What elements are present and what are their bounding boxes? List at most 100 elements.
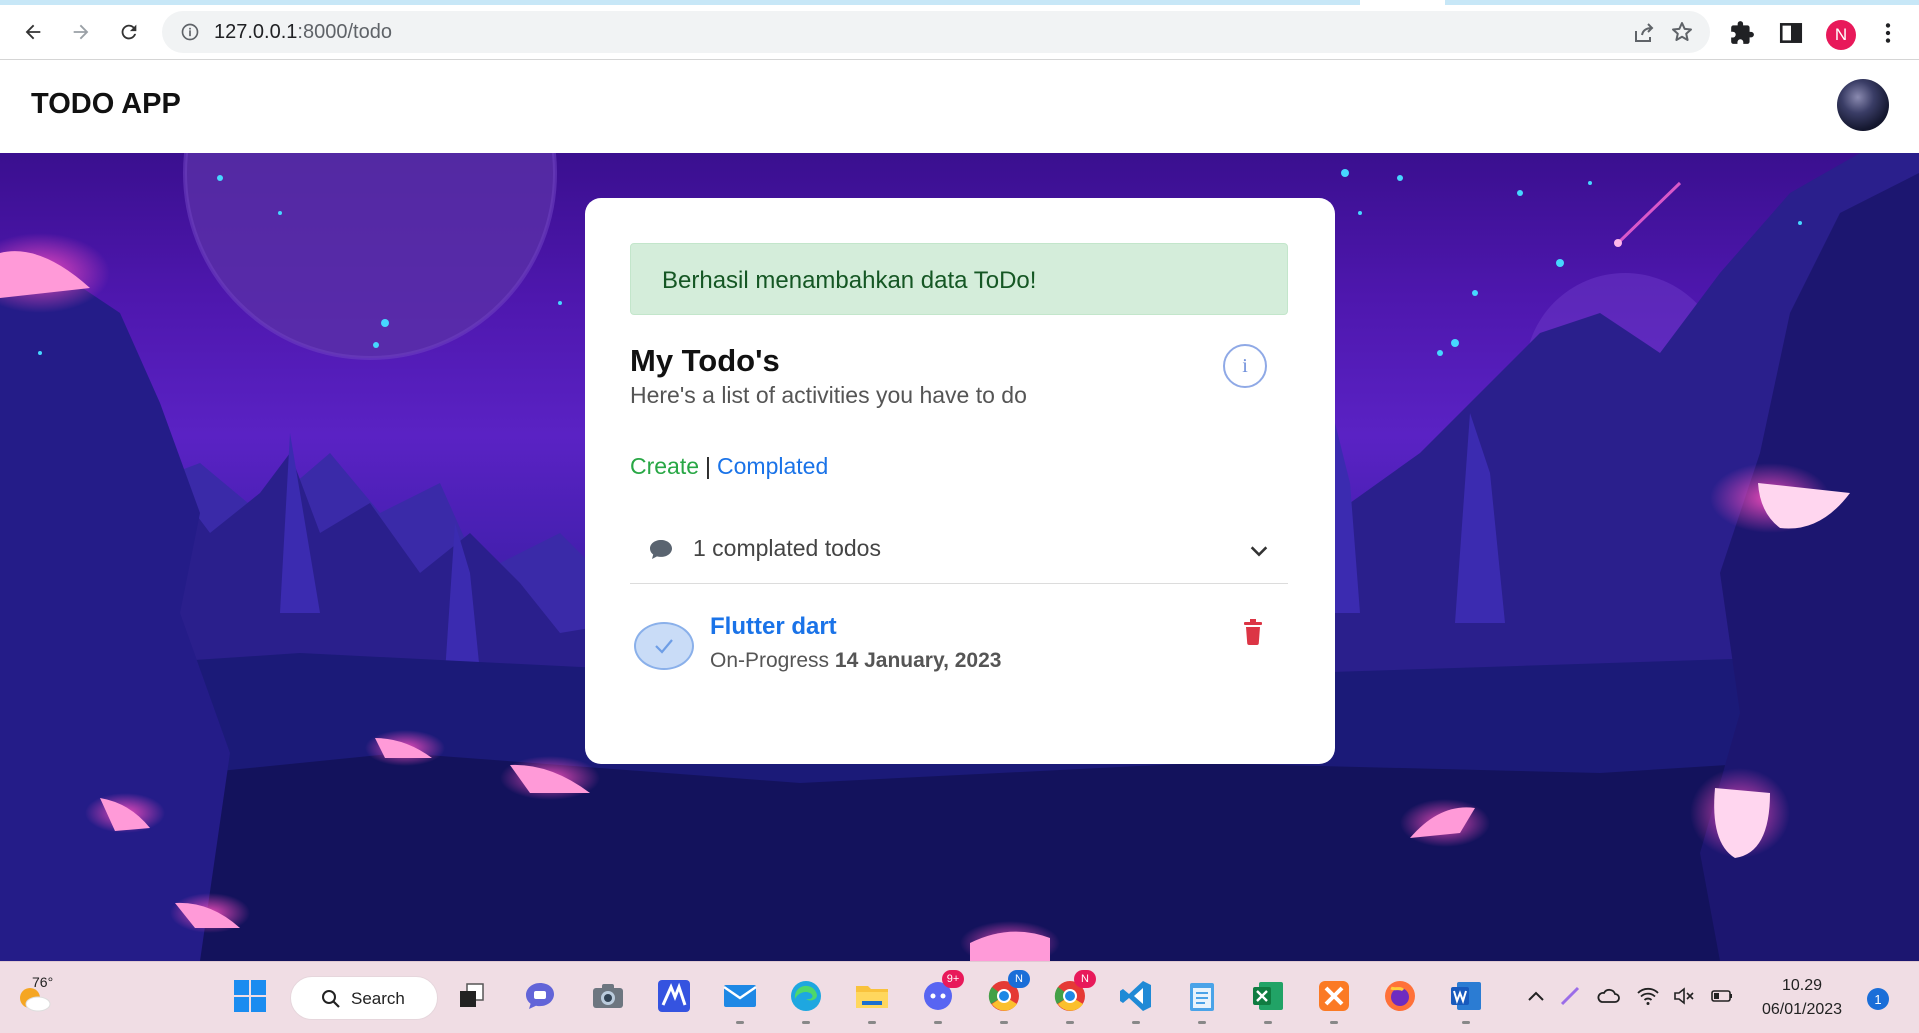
notepad-icon	[1190, 983, 1214, 1011]
taskbar-search[interactable]: Search	[290, 976, 438, 1020]
app-m-icon	[658, 980, 690, 1012]
excel-app[interactable]	[1248, 976, 1288, 1024]
start-button[interactable]	[230, 976, 270, 1016]
discord-app[interactable]: 9+	[918, 970, 964, 1024]
card-title: My Todo's	[630, 343, 780, 378]
camera-icon	[593, 984, 623, 1008]
running-indicator	[802, 1021, 810, 1024]
todo-title[interactable]: Flutter dart	[710, 613, 837, 641]
bookmark-star-icon[interactable]	[1670, 20, 1694, 44]
file-explorer-app[interactable]	[852, 976, 892, 1024]
vscode-icon	[1120, 981, 1151, 1011]
alert-message: Berhasil menambahkan data ToDo!	[662, 267, 1037, 294]
todo-date: 14 January, 2023	[834, 649, 1002, 672]
vscode-app[interactable]	[1116, 976, 1156, 1024]
word-app[interactable]	[1446, 976, 1486, 1024]
side-panel-icon[interactable]	[1778, 20, 1804, 46]
forward-arrow-icon	[73, 24, 89, 40]
url-text[interactable]: 127.0.0.1:8000/todo	[214, 21, 392, 44]
camera-app[interactable]	[588, 976, 628, 1016]
info-icon: i	[1242, 354, 1248, 377]
windows-logo-icon	[234, 980, 266, 1012]
running-indicator	[934, 1021, 942, 1024]
chevron-up-icon[interactable]	[1524, 984, 1548, 1008]
create-link[interactable]: Create	[630, 453, 699, 479]
reload-icon	[121, 24, 137, 40]
windows-taskbar: 76° Search 9+ N N 10.29 06/01/2023 1	[0, 961, 1919, 1033]
xampp-icon	[1319, 981, 1349, 1011]
url-host: 127.0.0.1	[214, 21, 298, 43]
profile-badge: N	[1074, 970, 1096, 988]
trash-icon[interactable]	[1242, 619, 1264, 645]
notepad-app[interactable]	[1182, 976, 1222, 1024]
firefox-app[interactable]	[1380, 976, 1420, 1016]
onedrive-icon[interactable]	[1596, 984, 1620, 1008]
clock-date: 06/01/2023	[1761, 1001, 1843, 1018]
xampp-app[interactable]	[1314, 976, 1354, 1024]
running-indicator	[1132, 1021, 1140, 1024]
extensions-icon[interactable]	[1729, 20, 1755, 46]
firefox-icon	[1385, 981, 1415, 1011]
mail-app[interactable]	[720, 976, 760, 1024]
profile-badge: N	[1008, 970, 1030, 988]
running-indicator	[868, 1021, 876, 1024]
chrome-app-2[interactable]: N	[1050, 970, 1096, 1024]
accordion-label: 1 complated todos	[693, 535, 881, 561]
info-button[interactable]: i	[1223, 344, 1267, 388]
chat-bubble-icon	[650, 540, 672, 559]
action-links: Create | Complated	[630, 453, 828, 480]
app-navbar: TODO APP	[0, 60, 1919, 153]
app-title[interactable]: TODO APP	[31, 88, 181, 121]
weather-temp: 76°	[32, 974, 54, 990]
completed-link[interactable]: Complated	[717, 453, 828, 479]
running-indicator	[1462, 1021, 1470, 1024]
chevron-down-icon[interactable]	[1248, 540, 1270, 562]
back-button[interactable]	[16, 15, 50, 49]
teams-chat-app[interactable]	[520, 976, 560, 1016]
browser-toolbar: 127.0.0.1:8000/todo N	[0, 5, 1919, 60]
running-indicator	[1066, 1021, 1074, 1024]
task-view-button[interactable]	[452, 976, 492, 1016]
running-indicator	[1198, 1021, 1206, 1024]
system-clock[interactable]: 10.29 06/01/2023	[1752, 974, 1852, 1022]
task-view-icon	[460, 983, 484, 1007]
todo-complete-toggle[interactable]	[634, 622, 694, 670]
address-bar[interactable]: 127.0.0.1:8000/todo	[162, 11, 1710, 53]
excel-icon	[1253, 982, 1283, 1010]
folder-icon	[856, 986, 888, 1008]
todo-card: Berhasil menambahkan data ToDo! My Todo'…	[585, 198, 1335, 764]
running-indicator	[1264, 1021, 1272, 1024]
running-indicator	[736, 1021, 744, 1024]
running-indicator	[1330, 1021, 1338, 1024]
pen-icon[interactable]	[1558, 984, 1582, 1008]
user-avatar[interactable]	[1837, 79, 1889, 131]
running-indicator	[1000, 1021, 1008, 1024]
search-label: Search	[351, 989, 405, 1008]
todo-item: Flutter dart On-Progress 14 January, 202…	[630, 613, 1288, 703]
edge-browser-icon	[791, 981, 821, 1011]
checkmark-icon	[655, 639, 673, 654]
reload-button[interactable]	[112, 15, 146, 49]
chat-icon	[526, 983, 554, 1009]
code-app[interactable]	[654, 976, 694, 1016]
link-separator: |	[705, 453, 712, 479]
notification-count-badge[interactable]: 1	[1867, 988, 1889, 1010]
mail-icon	[723, 985, 757, 1007]
word-icon	[1451, 982, 1481, 1010]
completed-todos-accordion[interactable]: 1 complated todos	[630, 528, 1288, 584]
notification-badge: 9+	[942, 970, 964, 988]
menu-kebab-icon[interactable]	[1875, 20, 1901, 46]
success-alert: Berhasil menambahkan data ToDo!	[630, 243, 1288, 315]
chrome-app-1[interactable]: N	[984, 970, 1030, 1024]
wifi-icon[interactable]	[1636, 984, 1660, 1008]
edge-app[interactable]	[786, 976, 826, 1024]
battery-icon[interactable]	[1710, 984, 1734, 1008]
clock-time: 10.29	[1781, 977, 1823, 994]
share-icon[interactable]	[1632, 21, 1656, 45]
card-subtitle: Here's a list of activities you have to …	[630, 382, 1027, 408]
site-info-icon[interactable]	[180, 22, 200, 42]
forward-button[interactable]	[64, 15, 98, 49]
todo-status: On-Progress	[710, 649, 830, 672]
volume-muted-icon[interactable]	[1672, 984, 1696, 1008]
profile-avatar[interactable]: N	[1826, 20, 1856, 50]
